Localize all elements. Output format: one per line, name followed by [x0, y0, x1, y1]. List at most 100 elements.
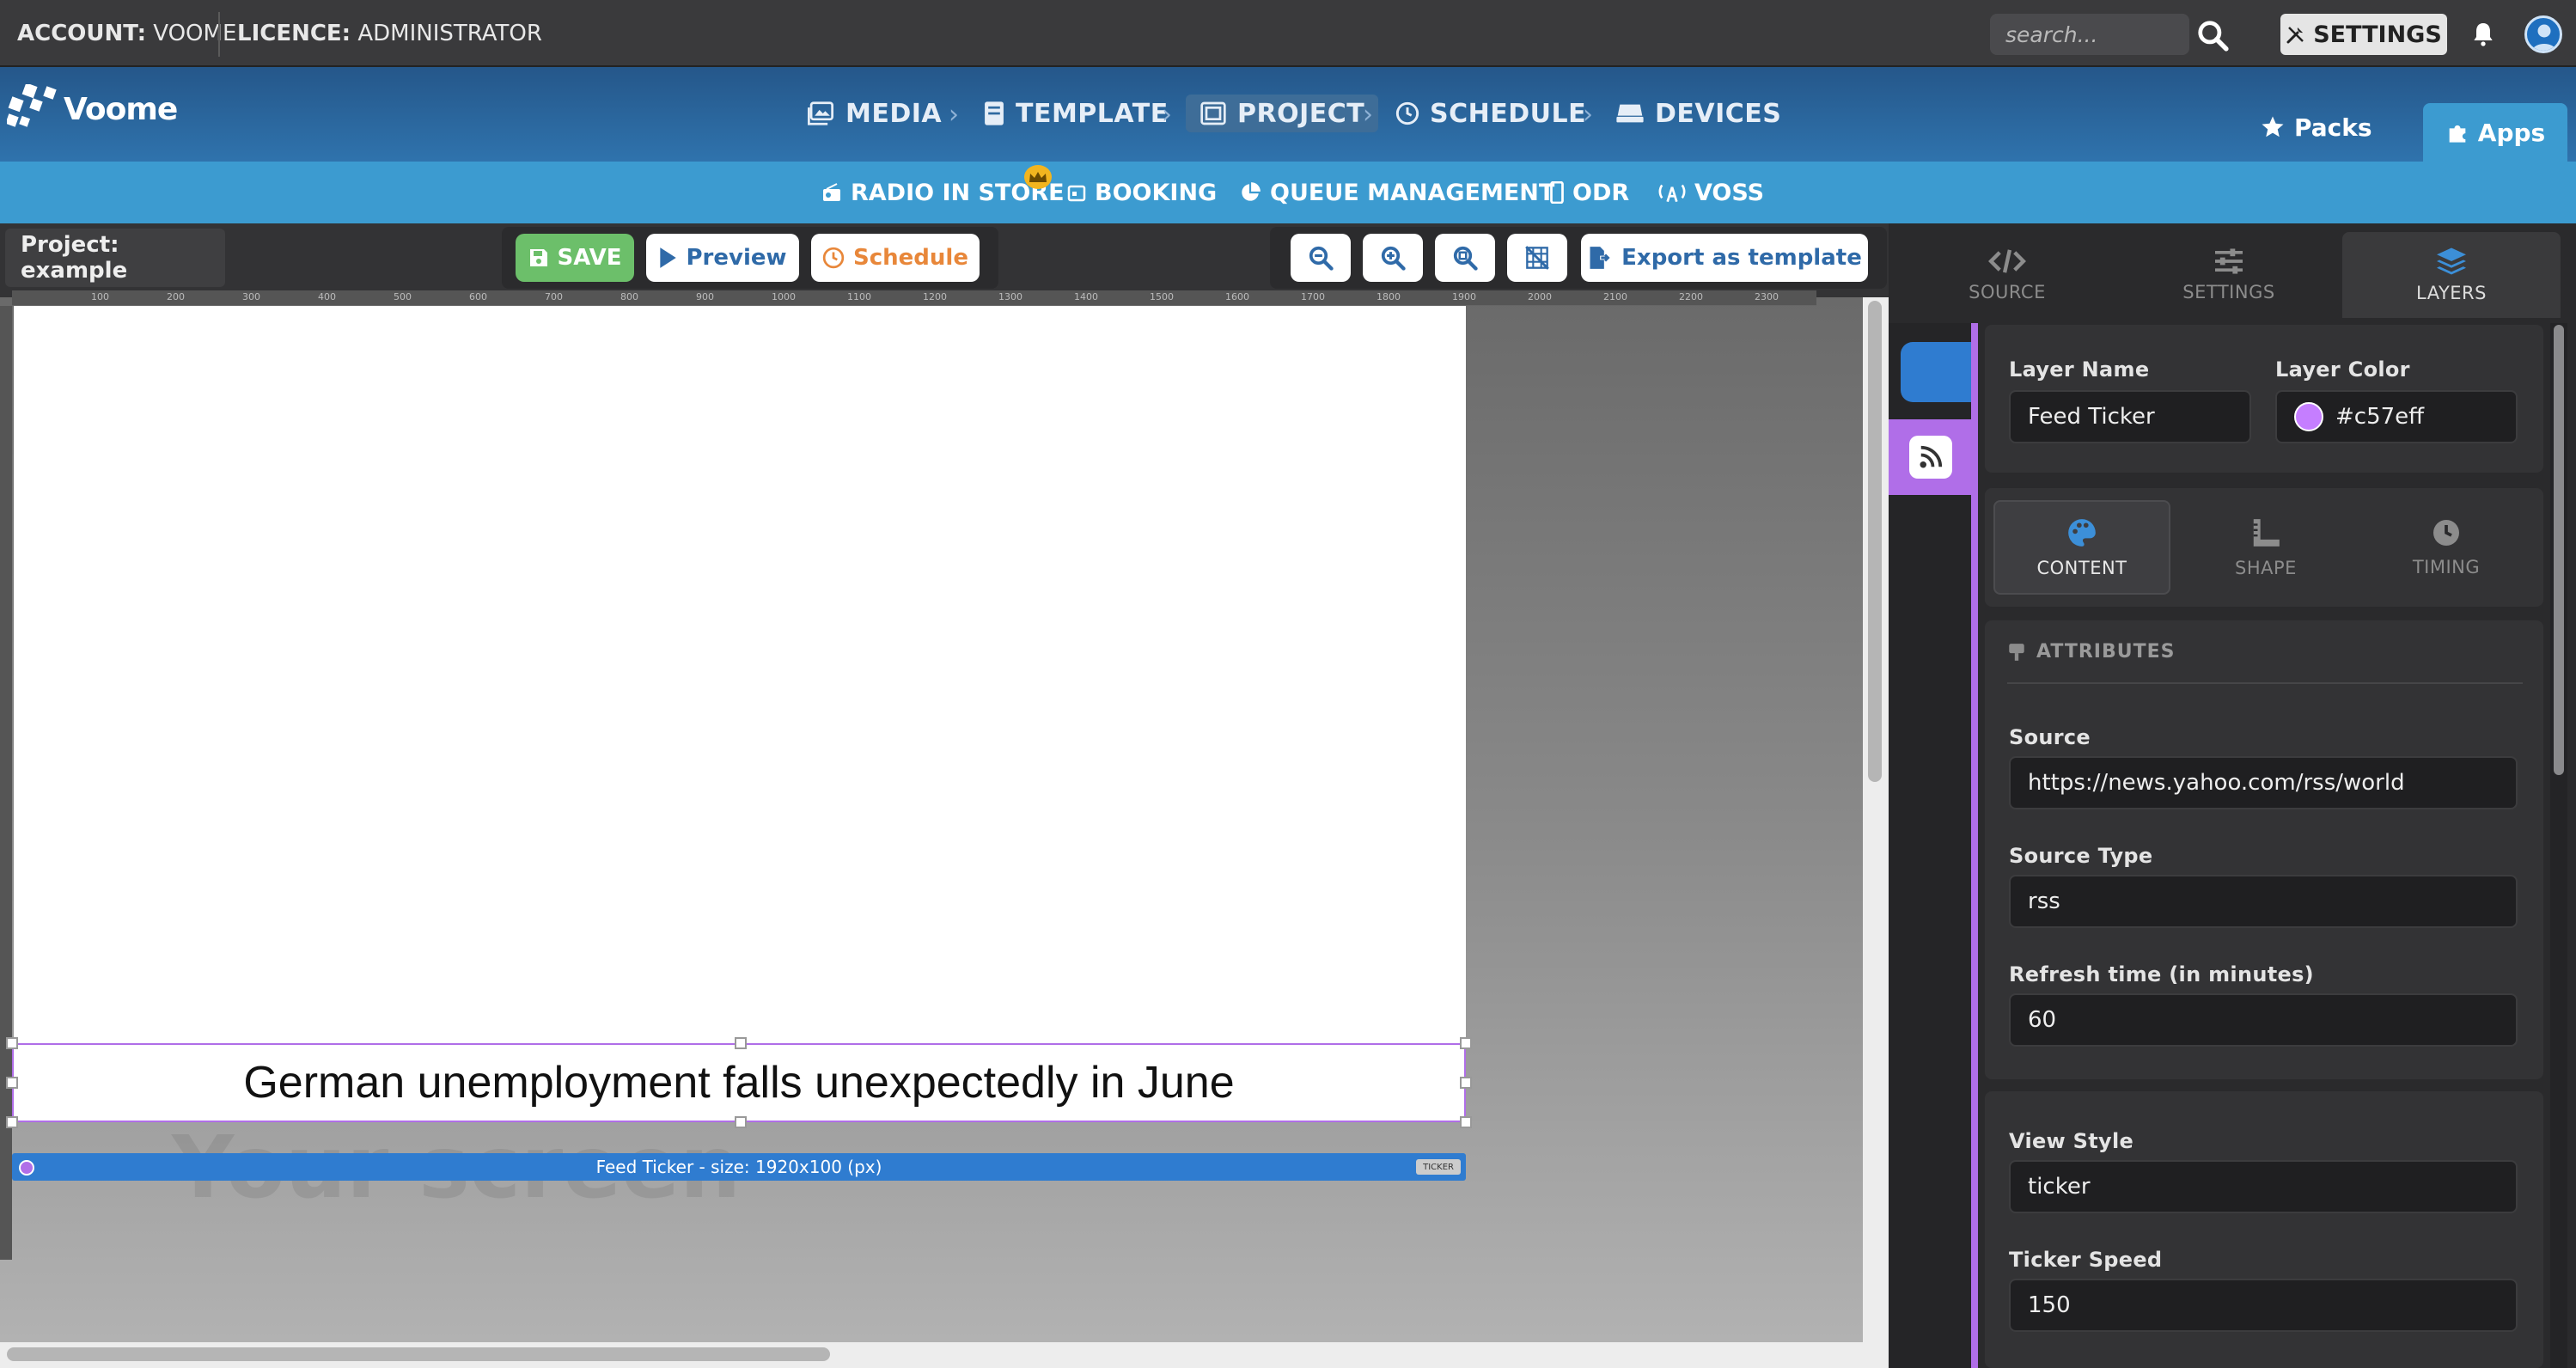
resize-handle[interactable]: [735, 1116, 747, 1128]
calendar-icon: [1067, 185, 1086, 202]
nav-schedule[interactable]: SCHEDULE: [1395, 95, 1586, 132]
subnav-queue-label: QUEUE MANAGEMENT: [1270, 179, 1555, 206]
layer-item[interactable]: [1901, 342, 1973, 402]
phone-icon: [1550, 181, 1564, 204]
voome-logo[interactable]: Voome: [7, 84, 178, 134]
nav-template-label: TEMPLATE: [1016, 98, 1169, 129]
subnav-voss-label: VOSS: [1694, 179, 1765, 206]
layer-name-field[interactable]: Feed Ticker: [2009, 390, 2251, 443]
nav-project[interactable]: PROJECT: [1186, 95, 1379, 132]
nav-template[interactable]: TEMPLATE: [983, 95, 1169, 132]
resize-handle[interactable]: [1460, 1037, 1472, 1049]
radio-icon: [823, 183, 840, 201]
ruler-tick: 1700: [1301, 291, 1325, 302]
schedule-button[interactable]: Schedule: [811, 234, 980, 282]
source-type-label: Source Type: [2009, 844, 2153, 868]
apps-button[interactable]: Apps: [2423, 103, 2567, 162]
layer-color-field[interactable]: #c57eff: [2275, 390, 2518, 443]
ruler-tick: 600: [469, 291, 487, 302]
bell-icon[interactable]: [2469, 19, 2497, 48]
horizontal-scroll-thumb[interactable]: [7, 1347, 830, 1361]
account-label: ACCOUNT:: [17, 21, 146, 46]
resize-handle[interactable]: [1460, 1077, 1472, 1089]
panel-scroll-thumb[interactable]: [2554, 325, 2564, 775]
tab-source[interactable]: SOURCE: [1897, 232, 2117, 318]
code-icon: [1988, 249, 2026, 273]
divider: [218, 12, 220, 57]
search-icon[interactable]: [2196, 19, 2229, 52]
view-style-field[interactable]: ticker: [2009, 1160, 2518, 1213]
subnav-odr-label: ODR: [1572, 179, 1630, 206]
color-swatch[interactable]: [2294, 402, 2323, 431]
ticker-speed-label: Ticker Speed: [2009, 1248, 2163, 1272]
subtab-content[interactable]: CONTENT: [1993, 500, 2170, 595]
layer-info-label: Feed Ticker - size: 1920x100 (px): [595, 1157, 882, 1177]
preview-button[interactable]: Preview: [646, 234, 799, 282]
packs-button[interactable]: Packs: [2260, 101, 2372, 153]
zoom-fit-button[interactable]: [1435, 234, 1495, 282]
chevron-right-icon: ›: [949, 100, 959, 130]
subnav-queue-management[interactable]: QUEUE MANAGEMENT: [1239, 175, 1554, 210]
layer-item-feed-ticker[interactable]: [1889, 419, 1973, 495]
save-button[interactable]: SAVE: [516, 234, 634, 282]
packs-label: Packs: [2294, 113, 2372, 142]
sliders-icon: [2215, 248, 2243, 274]
subtab-timing[interactable]: TIMING: [2358, 500, 2535, 595]
chevron-right-icon: ›: [1363, 100, 1373, 130]
star-icon: [2262, 116, 2284, 137]
layer-color-label: Layer Color: [2275, 357, 2410, 382]
nav-media[interactable]: MEDIA: [806, 95, 942, 132]
export-as-template-button[interactable]: Export as template: [1581, 234, 1868, 282]
grid-toggle-button[interactable]: [1507, 234, 1567, 282]
ruler-tick: 800: [620, 291, 638, 302]
avatar-icon[interactable]: [2524, 15, 2562, 53]
nav-media-label: MEDIA: [845, 98, 943, 129]
apps-label: Apps: [2477, 118, 2546, 147]
subtab-shape[interactable]: SHAPE: [2177, 500, 2354, 595]
chevron-right-icon: ›: [1162, 100, 1172, 130]
resize-handle[interactable]: [735, 1037, 747, 1049]
layer-type-tag: TICKER: [1416, 1159, 1461, 1175]
resize-handle[interactable]: [1460, 1116, 1472, 1128]
ruler-tick: 2300: [1755, 291, 1779, 302]
layer-color-dot: [19, 1160, 34, 1176]
tab-settings[interactable]: SETTINGS: [2119, 232, 2339, 318]
tag-icon: [2009, 643, 2024, 661]
subnav-booking[interactable]: BOOKING: [1067, 175, 1217, 210]
attributes-header: ATTRIBUTES: [2007, 641, 2175, 663]
nav-schedule-label: SCHEDULE: [1430, 98, 1587, 129]
zoom-out-button[interactable]: [1291, 234, 1351, 282]
zoom-in-button[interactable]: [1363, 234, 1423, 282]
layer-info-bar[interactable]: Feed Ticker - size: 1920x100 (px) TICKER: [12, 1153, 1466, 1181]
tab-layers[interactable]: LAYERS: [2342, 232, 2561, 318]
ticker-speed-field[interactable]: 150: [2009, 1279, 2518, 1332]
ruler-tick: 900: [696, 291, 714, 302]
search-input[interactable]: [1990, 14, 2189, 55]
nav-devices[interactable]: DEVICES: [1615, 95, 1781, 132]
view-style-label: View Style: [2009, 1129, 2134, 1153]
feed-ticker-layer[interactable]: German unemployment falls unexpectedly i…: [6, 1037, 1472, 1128]
screen-canvas[interactable]: [14, 306, 1466, 1045]
zoom-in-icon: [1381, 246, 1406, 271]
resize-handle[interactable]: [6, 1037, 18, 1049]
layer-name-label: Layer Name: [2009, 357, 2150, 382]
settings-label: SETTINGS: [2313, 21, 2442, 48]
source-field[interactable]: https://news.yahoo.com/rss/world: [2009, 756, 2518, 809]
vertical-scroll-thumb[interactable]: [1868, 301, 1882, 782]
resize-handle[interactable]: [6, 1077, 18, 1089]
account-value: VOOME: [153, 21, 237, 46]
resize-handle[interactable]: [6, 1116, 18, 1128]
subnav-odr[interactable]: ODR: [1550, 175, 1629, 210]
pie-icon: [1242, 182, 1261, 201]
puzzle-icon: [2449, 125, 2466, 143]
ruler-tick: 200: [167, 291, 185, 302]
subnav-voss[interactable]: VOSS: [1658, 175, 1764, 210]
licence-info: LICENCE: ADMINISTRATOR: [237, 21, 542, 46]
source-label: Source: [2009, 725, 2091, 749]
ruler-tick: 1600: [1225, 291, 1249, 302]
settings-button[interactable]: SETTINGS: [2280, 14, 2447, 55]
refresh-time-field[interactable]: 60: [2009, 993, 2518, 1047]
grid-off-icon: [1525, 246, 1549, 270]
palette-icon: [2068, 519, 2096, 547]
source-type-field[interactable]: rss: [2009, 875, 2518, 928]
